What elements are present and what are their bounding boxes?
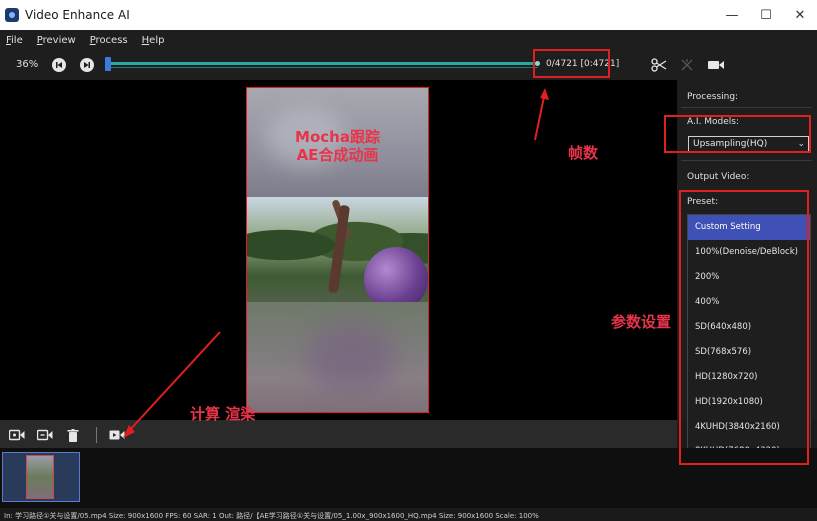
timeline-track-secondary	[108, 67, 538, 68]
scissors-icon[interactable]	[649, 55, 669, 75]
video-thumbnail-image	[26, 455, 54, 499]
skip-forward-icon[interactable]	[80, 58, 94, 72]
annotation-box-frames	[533, 49, 610, 78]
toolbar-separator	[96, 427, 97, 443]
menu-bar: File Preview Process Help	[0, 30, 817, 50]
status-bar: In: 学习路径①关与设置/05.mp4 Size: 900x1600 FPS:…	[0, 508, 817, 521]
processing-label: Processing:	[687, 92, 739, 102]
menu-process[interactable]: Process	[90, 35, 128, 46]
app-window: Video Enhance AI — ☐ ✕ File Preview Proc…	[0, 0, 817, 521]
timeline-track[interactable]	[108, 62, 538, 65]
video-camera-icon[interactable]	[706, 55, 726, 75]
annotation-render: 计算 渲染	[190, 405, 256, 423]
maximize-button[interactable]: ☐	[749, 0, 783, 30]
skip-back-icon[interactable]	[52, 58, 66, 72]
panel-divider	[681, 160, 812, 161]
minimize-button[interactable]: —	[715, 0, 749, 30]
output-video-label: Output Video:	[687, 172, 750, 182]
menu-file[interactable]: File	[6, 35, 23, 46]
cut-disabled-icon	[677, 55, 697, 75]
zoom-level[interactable]: 36%	[16, 59, 38, 70]
annotation-params: 参数设置	[611, 313, 672, 331]
window-controls: — ☐ ✕	[715, 0, 817, 30]
menu-preview[interactable]: Preview	[37, 35, 76, 46]
timeline-playhead[interactable]	[105, 57, 111, 71]
title-bar: Video Enhance AI — ☐ ✕	[0, 0, 817, 30]
close-button[interactable]: ✕	[783, 0, 817, 30]
annotation-box-ai-model	[664, 115, 811, 153]
remove-video-icon[interactable]	[36, 428, 54, 442]
annotation-frames: 帧数	[568, 144, 599, 162]
annotation-box-video	[246, 87, 429, 413]
bottom-toolbar	[0, 420, 677, 448]
panel-divider	[681, 107, 812, 108]
annotation-box-presets	[679, 190, 809, 465]
render-video-icon[interactable]	[108, 428, 126, 442]
trash-icon[interactable]	[64, 428, 82, 442]
window-title: Video Enhance AI	[25, 8, 130, 22]
menu-help[interactable]: Help	[142, 35, 165, 46]
app-logo-icon	[5, 8, 19, 22]
add-video-icon[interactable]	[8, 428, 26, 442]
